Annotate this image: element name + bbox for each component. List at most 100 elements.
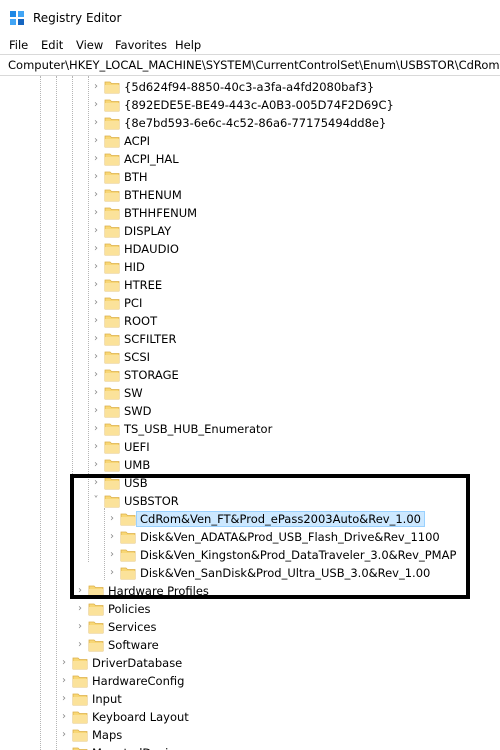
- tree-node-label[interactable]: DISPLAY: [124, 224, 171, 238]
- tree-node[interactable]: › BTHHFENUM: [0, 204, 500, 222]
- chevron-right-icon[interactable]: ›: [90, 333, 102, 345]
- tree-node-label[interactable]: ACPI: [124, 134, 150, 148]
- chevron-right-icon[interactable]: ›: [58, 711, 70, 723]
- chevron-right-icon[interactable]: ›: [58, 657, 70, 669]
- tree-node-label[interactable]: HTREE: [124, 278, 162, 292]
- tree-node[interactable]: › TS_USB_HUB_Enumerator: [0, 420, 500, 438]
- chevron-right-icon[interactable]: ›: [90, 207, 102, 219]
- tree-node[interactable]: › BTHENUM: [0, 186, 500, 204]
- tree-node-label[interactable]: DriverDatabase: [92, 656, 182, 670]
- tree-node-label[interactable]: Software: [108, 638, 159, 652]
- tree-node[interactable]: › ACPI_HAL: [0, 150, 500, 168]
- chevron-right-icon[interactable]: ›: [90, 225, 102, 237]
- tree-node[interactable]: › {5d624f94-8850-40c3-a3fa-a4fd2080baf3}: [0, 78, 500, 96]
- chevron-right-icon[interactable]: ›: [90, 153, 102, 165]
- tree-node[interactable]: › UMB: [0, 456, 500, 474]
- chevron-right-icon[interactable]: ›: [90, 117, 102, 129]
- tree-node-label[interactable]: Maps: [92, 728, 122, 742]
- chevron-right-icon[interactable]: ›: [90, 189, 102, 201]
- tree-node[interactable]: ›MountedDevices: [0, 744, 500, 750]
- chevron-right-icon[interactable]: ›: [90, 351, 102, 363]
- tree-node[interactable]: › Keyboard Layout: [0, 708, 500, 726]
- chevron-right-icon[interactable]: ›: [90, 405, 102, 417]
- chevron-right-icon[interactable]: ›: [90, 261, 102, 273]
- tree-node-label[interactable]: HardwareConfig: [92, 674, 184, 688]
- tree-node-label[interactable]: Services: [108, 620, 157, 634]
- tree-node-label[interactable]: SCSI: [124, 350, 150, 364]
- tree-node-label[interactable]: SCFILTER: [124, 332, 176, 346]
- chevron-right-icon[interactable]: ›: [90, 135, 102, 147]
- menu-favorites[interactable]: Favorites: [115, 38, 167, 52]
- menu-view[interactable]: View: [76, 38, 103, 52]
- chevron-right-icon[interactable]: ›: [58, 729, 70, 741]
- menu-edit[interactable]: Edit: [41, 38, 63, 52]
- tree-node-label[interactable]: {8e7bd593-6e6c-4c52-86a6-77175494dd8e}: [124, 116, 386, 130]
- tree-node[interactable]: › {8e7bd593-6e6c-4c52-86a6-77175494dd8e}: [0, 114, 500, 132]
- chevron-right-icon[interactable]: ›: [74, 639, 86, 651]
- chevron-right-icon[interactable]: ›: [90, 459, 102, 471]
- chevron-right-icon[interactable]: ›: [90, 279, 102, 291]
- tree-node-label[interactable]: {5d624f94-8850-40c3-a3fa-a4fd2080baf3}: [124, 80, 374, 94]
- registry-tree[interactable]: › {5d624f94-8850-40c3-a3fa-a4fd2080baf3} ›…: [0, 76, 500, 750]
- tree-node-label[interactable]: UMB: [124, 458, 150, 472]
- tree-node-label[interactable]: BTHENUM: [124, 188, 182, 202]
- tree-node[interactable]: › SW: [0, 384, 500, 402]
- tree-node[interactable]: › HDAUDIO: [0, 240, 500, 258]
- chevron-right-icon[interactable]: ›: [90, 99, 102, 111]
- chevron-right-icon[interactable]: ›: [90, 297, 102, 309]
- tree-node[interactable]: › HID: [0, 258, 500, 276]
- chevron-right-icon[interactable]: ›: [90, 387, 102, 399]
- chevron-right-icon[interactable]: ›: [90, 81, 102, 93]
- chevron-right-icon[interactable]: ›: [74, 621, 86, 633]
- tree-node[interactable]: › SCSI: [0, 348, 500, 366]
- address-bar[interactable]: Computer\HKEY_LOCAL_MACHINE\SYSTEM\Curre…: [0, 54, 500, 76]
- tree-node-label[interactable]: MountedDevices: [92, 746, 188, 750]
- tree-node[interactable]: › STORAGE: [0, 366, 500, 384]
- tree-node[interactable]: › ACPI: [0, 132, 500, 150]
- menu-help[interactable]: Help: [175, 38, 201, 52]
- chevron-right-icon[interactable]: ›: [58, 675, 70, 687]
- tree-node-label[interactable]: STORAGE: [124, 368, 179, 382]
- tree-node-label[interactable]: BTH: [124, 170, 148, 184]
- tree-node[interactable]: › Maps: [0, 726, 500, 744]
- tree-node[interactable]: › Services: [0, 618, 500, 636]
- tree-node[interactable]: › SWD: [0, 402, 500, 420]
- tree-node[interactable]: › {892EDE5E-BE49-443c-A0B3-005D74F2D69C}: [0, 96, 500, 114]
- tree-node-label[interactable]: PCI: [124, 296, 142, 310]
- chevron-right-icon[interactable]: ›: [90, 171, 102, 183]
- tree-node-label[interactable]: SWD: [124, 404, 152, 418]
- tree-node-label[interactable]: {892EDE5E-BE49-443c-A0B3-005D74F2D69C}: [124, 98, 394, 112]
- tree-node-label[interactable]: BTHHFENUM: [124, 206, 197, 220]
- tree-node[interactable]: › UEFI: [0, 438, 500, 456]
- tree-node[interactable]: › DISPLAY: [0, 222, 500, 240]
- tree-node[interactable]: › SCFILTER: [0, 330, 500, 348]
- tree-node[interactable]: › Policies: [0, 600, 500, 618]
- tree-node-label[interactable]: Policies: [108, 602, 151, 616]
- tree-node-label[interactable]: ROOT: [124, 314, 157, 328]
- tree-node-label[interactable]: ACPI_HAL: [124, 152, 179, 166]
- tree-node[interactable]: › DriverDatabase: [0, 654, 500, 672]
- chevron-right-icon[interactable]: ›: [90, 243, 102, 255]
- chevron-right-icon[interactable]: ›: [90, 441, 102, 453]
- chevron-right-icon[interactable]: ›: [90, 423, 102, 435]
- tree-node[interactable]: › HTREE: [0, 276, 500, 294]
- menu-file[interactable]: File: [9, 38, 28, 52]
- tree-node[interactable]: › Input: [0, 690, 500, 708]
- chevron-right-icon[interactable]: ›: [90, 369, 102, 381]
- tree-node-label[interactable]: UEFI: [124, 440, 150, 454]
- chevron-right-icon[interactable]: ›: [58, 693, 70, 705]
- tree-node[interactable]: › ROOT: [0, 312, 500, 330]
- tree-node[interactable]: › HardwareConfig: [0, 672, 500, 690]
- tree-node-label[interactable]: SW: [124, 386, 143, 400]
- tree-node-label[interactable]: HDAUDIO: [124, 242, 179, 256]
- chevron-right-icon[interactable]: ›: [74, 603, 86, 615]
- tree-node-label[interactable]: HID: [124, 260, 145, 274]
- tree-node-label[interactable]: Keyboard Layout: [92, 710, 189, 724]
- tree-node[interactable]: › BTH: [0, 168, 500, 186]
- chevron-right-icon[interactable]: ›: [90, 315, 102, 327]
- tree-node-label[interactable]: Input: [92, 692, 122, 706]
- tree-node[interactable]: › Software: [0, 636, 500, 654]
- address-path[interactable]: Computer\HKEY_LOCAL_MACHINE\SYSTEM\Curre…: [8, 58, 500, 72]
- tree-node[interactable]: › PCI: [0, 294, 500, 312]
- tree-node-label[interactable]: TS_USB_HUB_Enumerator: [124, 422, 272, 436]
